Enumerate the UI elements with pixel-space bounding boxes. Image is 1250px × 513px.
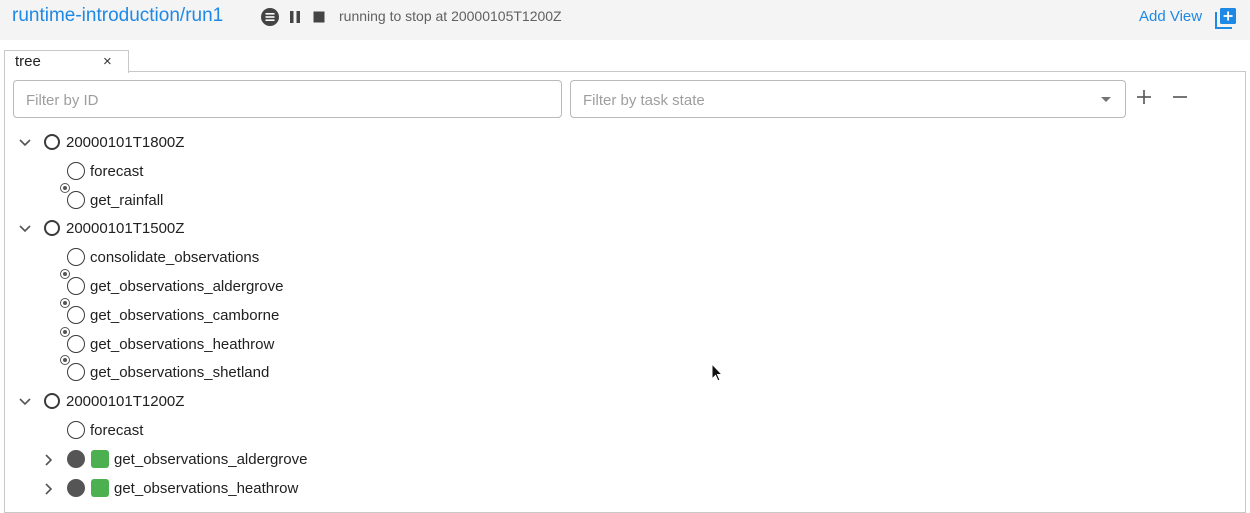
task-label: get_observations_heathrow — [114, 480, 299, 497]
cycle-row[interactable]: 20000101T1200Z — [0, 389, 700, 415]
close-icon[interactable]: × — [103, 53, 112, 70]
task-row[interactable]: consolidate_observations — [0, 246, 700, 272]
chevron-down-icon[interactable] — [1101, 97, 1111, 102]
filter-id-placeholder: Filter by ID — [26, 92, 99, 109]
workflow-status: running to stop at 20000105T1200Z — [339, 8, 562, 24]
xtrigger-icon — [60, 183, 70, 193]
task-label: forecast — [90, 422, 144, 439]
cycle-state-icon — [44, 393, 60, 409]
xtrigger-icon — [60, 269, 70, 279]
chevron-down-icon[interactable] — [18, 222, 32, 236]
task-state-icon — [67, 306, 85, 324]
task-row[interactable]: get_observations_shetland — [0, 355, 700, 386]
task-row[interactable]: get_observations_aldergrove — [0, 447, 700, 473]
task-state-icon — [67, 191, 85, 209]
task-state-icon — [67, 277, 85, 295]
cycle-row[interactable]: 20000101T1500Z — [0, 216, 700, 242]
tab-label: tree — [15, 53, 41, 70]
task-label: get_observations_aldergrove — [90, 278, 284, 295]
task-state-icon — [67, 450, 85, 468]
cycle-state-icon — [44, 134, 60, 150]
cycle-label: 20000101T1800Z — [66, 134, 185, 151]
filter-state-placeholder: Filter by task state — [583, 92, 705, 109]
task-label: consolidate_observations — [90, 249, 260, 266]
task-row[interactable]: get_observations_heathrow — [0, 327, 700, 358]
xtrigger-icon — [60, 298, 70, 308]
task-label: get_observations_heathrow — [90, 336, 275, 353]
stop-icon[interactable] — [310, 8, 328, 26]
task-row[interactable]: forecast — [0, 419, 700, 445]
chevron-down-icon[interactable] — [18, 136, 32, 150]
chevron-right-icon[interactable] — [42, 453, 56, 467]
job-running-icon — [91, 479, 109, 497]
task-row[interactable]: forecast — [0, 160, 700, 186]
xtrigger-icon — [60, 355, 70, 365]
add-view-button[interactable]: Add View — [1139, 8, 1202, 25]
collapse-all-icon[interactable] — [1169, 86, 1191, 108]
expand-all-icon[interactable] — [1133, 86, 1155, 108]
task-label: get_rainfall — [90, 192, 164, 209]
task-state-icon — [67, 162, 85, 180]
menu-icon[interactable] — [261, 8, 279, 26]
cycle-row[interactable]: 20000101T1800Z — [0, 130, 700, 156]
task-label: get_observations_camborne — [90, 307, 280, 324]
cycle-label: 20000101T1200Z — [66, 393, 185, 410]
top-bar: runtime-introduction/run1 running to sto… — [0, 0, 1250, 40]
task-state-icon — [67, 363, 85, 381]
task-state-icon — [67, 479, 85, 497]
xtrigger-icon — [60, 327, 70, 337]
task-state-icon — [67, 335, 85, 353]
cycle-label: 20000101T1500Z — [66, 220, 185, 237]
job-running-icon — [91, 450, 109, 468]
chevron-down-icon[interactable] — [18, 395, 32, 409]
task-row[interactable]: get_observations_aldergrove — [0, 269, 700, 300]
filter-state-select[interactable]: Filter by task state — [570, 80, 1126, 118]
task-label: forecast — [90, 163, 144, 180]
task-state-icon — [67, 248, 85, 266]
workflow-title[interactable]: runtime-introduction/run1 — [12, 5, 223, 27]
task-state-icon — [67, 421, 85, 439]
task-label: get_observations_shetland — [90, 364, 270, 381]
task-row[interactable]: get_observations_camborne — [0, 298, 700, 329]
cycle-state-icon — [44, 220, 60, 236]
filter-id-input[interactable]: Filter by ID — [13, 80, 562, 118]
chevron-right-icon[interactable] — [42, 482, 56, 496]
add-box-icon[interactable] — [1215, 7, 1237, 29]
pause-icon[interactable] — [286, 8, 304, 26]
task-row[interactable]: get_observations_heathrow — [0, 476, 700, 502]
tab-tree[interactable]: tree × — [4, 50, 129, 73]
task-label: get_observations_aldergrove — [114, 451, 308, 468]
task-row[interactable]: get_rainfall — [0, 183, 700, 214]
mouse-cursor-icon — [711, 363, 724, 382]
